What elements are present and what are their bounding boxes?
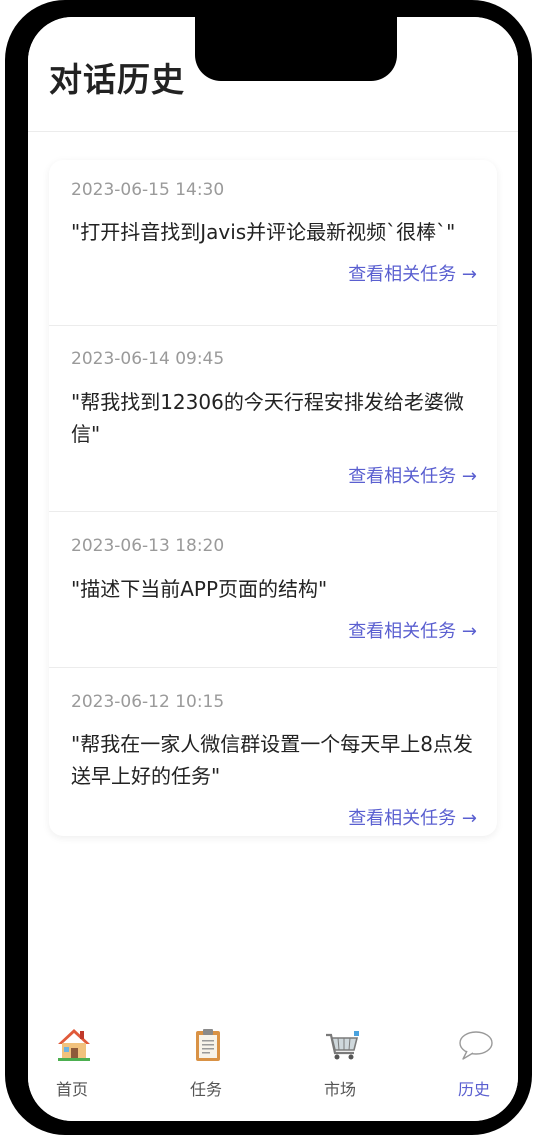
- history-item[interactable]: 2023-06-13 18:20 "描述下当前APP页面的结构" 查看相关任务 …: [49, 512, 497, 668]
- speech-bubble-icon: [459, 1031, 493, 1060]
- history-item[interactable]: 2023-06-12 10:15 "帮我在一家人微信群设置一个每天早上8点发送早…: [49, 668, 497, 836]
- house-icon: [58, 1029, 90, 1061]
- history-item-time: 2023-06-14 09:45: [71, 349, 225, 369]
- phone-frame: 对话历史 2023-06-15 14:30 "打开抖音找到Javis并评论最新视…: [5, 0, 532, 1135]
- clipboard-icon: [196, 1029, 220, 1061]
- app-screen: 对话历史 2023-06-15 14:30 "打开抖音找到Javis并评论最新视…: [28, 17, 518, 1121]
- bottom-tab-bar: 首页 任务 市场 历史: [28, 1017, 518, 1121]
- history-item-time: 2023-06-13 18:20: [71, 536, 225, 556]
- tab-market-label: 市场: [323, 1080, 356, 1099]
- history-list: 2023-06-15 14:30 "打开抖音找到Javis并评论最新视频`很棒`…: [49, 160, 497, 836]
- tab-market[interactable]: 市场: [280, 1017, 400, 1117]
- view-related-tasks-link[interactable]: 查看相关任务 →: [348, 260, 477, 286]
- tab-home[interactable]: 首页: [28, 1017, 132, 1117]
- view-related-tasks-link[interactable]: 查看相关任务 →: [348, 462, 477, 488]
- page-title: 对话历史: [49, 60, 185, 99]
- view-related-tasks-link[interactable]: 查看相关任务 →: [348, 617, 477, 643]
- tab-tasks[interactable]: 任务: [146, 1017, 266, 1117]
- tab-history-label: 历史: [457, 1080, 490, 1099]
- tab-history[interactable]: 历史: [414, 1017, 518, 1117]
- tab-home-label: 首页: [55, 1080, 88, 1099]
- history-item-text: "打开抖音找到Javis并评论最新视频`很棒`": [71, 220, 456, 244]
- history-item[interactable]: 2023-06-14 09:45 "帮我找到12306的今天行程安排发给老婆微信…: [49, 325, 497, 512]
- shopping-cart-icon: [326, 1031, 359, 1060]
- history-item[interactable]: 2023-06-15 14:30 "打开抖音找到Javis并评论最新视频`很棒`…: [49, 160, 497, 326]
- device-notch: [195, 17, 397, 81]
- history-item-time: 2023-06-12 10:15: [71, 692, 225, 712]
- history-item-text: "描述下当前APP页面的结构": [71, 577, 328, 601]
- view-related-tasks-link[interactable]: 查看相关任务 →: [348, 804, 477, 830]
- history-item-time: 2023-06-15 14:30: [71, 180, 225, 200]
- history-item-text: "帮我在一家人微信群设置一个每天早上8点发送早上好的任务": [71, 732, 473, 788]
- tab-tasks-label: 任务: [189, 1080, 222, 1099]
- history-item-text: "帮我找到12306的今天行程安排发给老婆微信": [71, 390, 464, 446]
